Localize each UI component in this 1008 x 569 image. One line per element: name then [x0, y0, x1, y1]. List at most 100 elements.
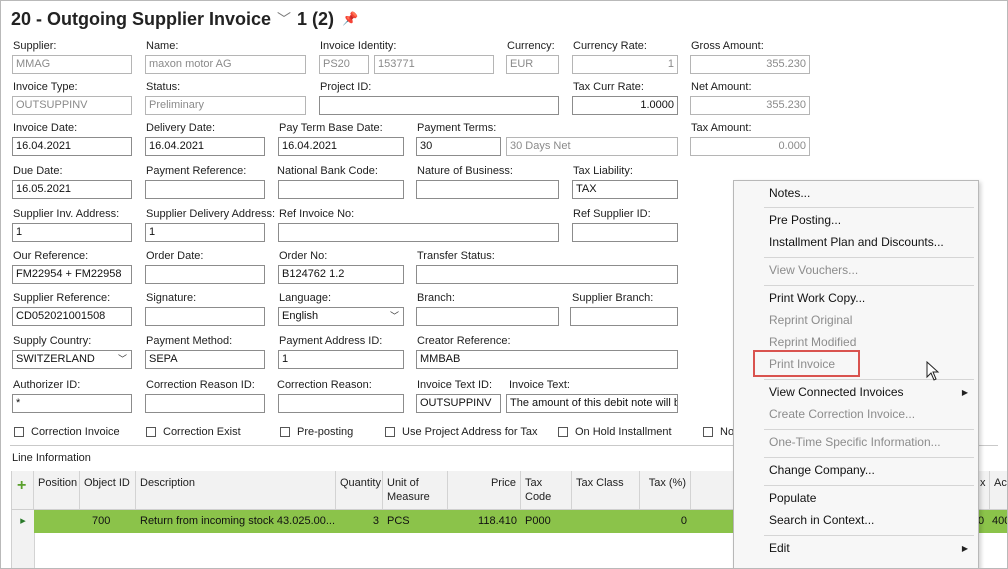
cell-acc[interactable]: 400	[990, 510, 1007, 533]
payment-terms-field[interactable]: 30	[416, 137, 501, 156]
correction-reason-id-field[interactable]	[145, 394, 265, 413]
tax-curr-rate-field[interactable]: 1.0000	[572, 96, 678, 115]
invoice-identity-label: Invoice Identity:	[320, 40, 397, 52]
order-no-field[interactable]: B124762 1.2	[278, 265, 404, 284]
currency-rate-field[interactable]: 1	[572, 55, 678, 74]
menu-item-pre-posting[interactable]: Pre Posting...	[769, 213, 841, 227]
menu-item-notes[interactable]: Notes...	[769, 186, 810, 200]
menu-item-reprint-original[interactable]: Reprint Original	[769, 313, 852, 327]
delivery-date-field[interactable]: 16.04.2021	[145, 137, 265, 156]
payment-reference-field[interactable]	[145, 180, 265, 199]
menu-item-view-vouchers[interactable]: View Vouchers...	[769, 263, 858, 277]
row-marker-icon[interactable]: ▸	[12, 510, 34, 533]
invoice-text-field[interactable]: The amount of this debit note will b	[506, 394, 678, 413]
pay-term-base-date-field[interactable]: 16.04.2021	[278, 137, 404, 156]
checkbox-box[interactable]	[146, 427, 156, 437]
pre-posting-checkbox[interactable]: Pre-posting	[280, 426, 353, 438]
invoice-text-id-field[interactable]: OUTSUPPINV	[416, 394, 501, 413]
gross-amount-field[interactable]: 355.230	[690, 55, 810, 74]
payment-terms-description[interactable]: 30 Days Net	[506, 137, 678, 156]
ref-supplier-id-field[interactable]	[572, 223, 678, 242]
delivery-date-label: Delivery Date:	[146, 122, 216, 134]
col-unit-of-measure[interactable]: Unit of Measure	[383, 471, 448, 509]
cell-price[interactable]: 118.410	[448, 510, 521, 533]
add-row-icon[interactable]: +	[12, 471, 34, 509]
due-date-field[interactable]: 16.05.2021	[12, 180, 132, 199]
col-object-id[interactable]: Object ID	[80, 471, 136, 509]
tax-amount-field[interactable]: 0.000	[690, 137, 810, 156]
invoice-series-field[interactable]: PS20	[319, 55, 369, 74]
cell-quantity[interactable]: 3	[336, 510, 383, 533]
payment-method-field[interactable]: SEPA	[145, 350, 265, 369]
cell-object-id[interactable]: 700	[80, 510, 136, 533]
supplier-inv-address-field[interactable]: 1	[12, 223, 132, 242]
menu-item-installment-plan[interactable]: Installment Plan and Discounts...	[769, 235, 944, 249]
our-reference-field[interactable]: FM22954 + FM22958	[12, 265, 132, 284]
chevron-down-icon: ﹀	[117, 354, 127, 364]
authorizer-id-field[interactable]: *	[12, 394, 132, 413]
submenu-arrow-icon: ▶	[961, 388, 968, 397]
invoice-text-label: Invoice Text:	[509, 379, 570, 391]
supply-country-select[interactable]: SWITZERLAND ﹀	[12, 350, 132, 369]
supplier-branch-field[interactable]	[570, 307, 678, 326]
no-checkbox[interactable]: No	[703, 426, 734, 438]
col-tax-pct[interactable]: Tax (%)	[640, 471, 691, 509]
checkbox-box[interactable]	[14, 427, 24, 437]
checkbox-box[interactable]	[558, 427, 568, 437]
ref-invoice-no-field[interactable]	[278, 223, 559, 242]
order-date-field[interactable]	[145, 265, 265, 284]
net-amount-field[interactable]: 355.230	[690, 96, 810, 115]
status-field[interactable]: Preliminary	[145, 96, 306, 115]
cell-tax-code[interactable]: P000	[521, 510, 572, 533]
col-quantity[interactable]: Quantity	[336, 471, 383, 509]
checkbox-box[interactable]	[385, 427, 395, 437]
col-price[interactable]: Price	[448, 471, 521, 509]
cell-tax-pct[interactable]: 0	[640, 510, 691, 533]
supplier-reference-field[interactable]: CD052021001508	[12, 307, 132, 326]
invoice-type-field[interactable]: OUTSUPPINV	[12, 96, 132, 115]
cell-description[interactable]: Return from incoming stock 43.025.00...	[136, 510, 336, 533]
correction-reason-field[interactable]	[278, 394, 404, 413]
menu-item-populate[interactable]: Populate	[769, 491, 816, 505]
col-tax-class[interactable]: Tax Class	[572, 471, 640, 509]
menu-item-view-connected-invoices[interactable]: View Connected Invoices	[769, 385, 904, 399]
correction-exist-checkbox[interactable]: Correction Exist	[146, 426, 241, 438]
menu-item-reprint-modified[interactable]: Reprint Modified	[769, 335, 856, 349]
menu-item-create-correction-invoice[interactable]: Create Correction Invoice...	[769, 407, 915, 421]
menu-item-print-work-copy[interactable]: Print Work Copy...	[769, 291, 865, 305]
use-project-address-checkbox[interactable]: Use Project Address for Tax	[385, 426, 538, 438]
correction-invoice-checkbox[interactable]: Correction Invoice	[14, 426, 120, 438]
tax-liability-field[interactable]: TAX	[572, 180, 678, 199]
supplier-field[interactable]: MMAG	[12, 55, 132, 74]
menu-item-edit[interactable]: Edit	[769, 541, 790, 555]
checkbox-box[interactable]	[280, 427, 290, 437]
language-select[interactable]: English ﹀	[278, 307, 404, 326]
national-bank-code-field[interactable]	[278, 180, 404, 199]
invoice-date-field[interactable]: 16.04.2021	[12, 137, 132, 156]
col-description[interactable]: Description	[136, 471, 336, 509]
nature-of-business-field[interactable]	[416, 180, 559, 199]
col-tax-code[interactable]: Tax Code	[521, 471, 572, 509]
transfer-status-field[interactable]	[416, 265, 678, 284]
supplier-delivery-address-field[interactable]: 1	[145, 223, 265, 242]
pin-icon[interactable]: 📌	[342, 11, 358, 27]
checkbox-box[interactable]	[703, 427, 713, 437]
currency-field[interactable]: EUR	[506, 55, 559, 74]
cell-uom[interactable]: PCS	[383, 510, 448, 533]
menu-item-search-in-context[interactable]: Search in Context...	[769, 513, 874, 527]
creator-reference-field[interactable]: MMBAB	[416, 350, 678, 369]
signature-field[interactable]	[145, 307, 265, 326]
supplier-reference-label: Supplier Reference:	[13, 292, 111, 304]
ref-supplier-id-label: Ref Supplier ID:	[573, 208, 651, 220]
payment-address-id-field[interactable]: 1	[278, 350, 404, 369]
col-position[interactable]: Position	[34, 471, 80, 509]
menu-item-change-company[interactable]: Change Company...	[769, 463, 875, 477]
branch-field[interactable]	[416, 307, 559, 326]
chevron-down-icon[interactable]: ﹀	[277, 9, 291, 29]
col-acc[interactable]: Acc	[990, 471, 1007, 509]
menu-item-one-time-info[interactable]: One-Time Specific Information...	[769, 435, 941, 449]
on-hold-installment-checkbox[interactable]: On Hold Installment	[558, 426, 672, 438]
name-field[interactable]: maxon motor AG	[145, 55, 306, 74]
invoice-number-field[interactable]: 153771	[374, 55, 494, 74]
project-id-field[interactable]	[319, 96, 559, 115]
